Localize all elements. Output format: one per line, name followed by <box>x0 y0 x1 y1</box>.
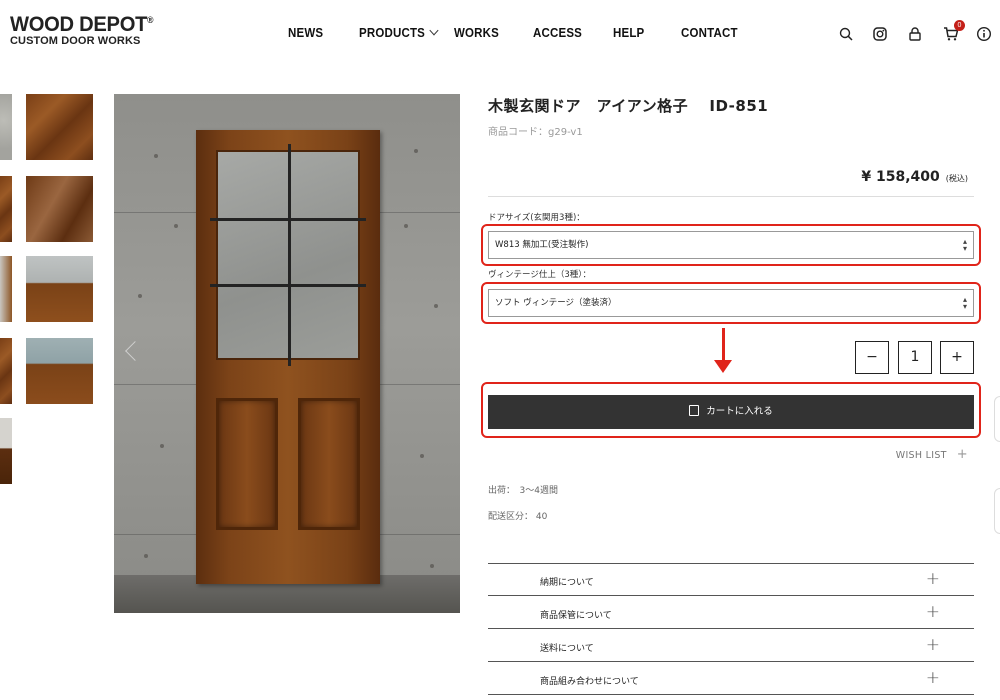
plus-icon: + <box>925 569 940 589</box>
red-arrow-head <box>714 360 732 373</box>
accordion-title: 納期について <box>540 578 594 588</box>
highlight-frame-size <box>481 224 981 266</box>
wishlist-button[interactable]: WISH LIST + <box>896 447 968 462</box>
accordion-title: 送料について <box>540 644 594 654</box>
highlight-frame-finish <box>481 282 981 324</box>
side-tab[interactable] <box>994 488 1000 534</box>
thumbnail-image[interactable] <box>26 94 93 160</box>
nav-access[interactable]: ACCESS <box>533 26 582 40</box>
product-title: 木製玄関ドア アイアン格子 ID-851 <box>488 97 769 115</box>
info-icon[interactable] <box>976 26 992 42</box>
cart-button[interactable]: 0 <box>943 20 965 42</box>
previous-image-arrow[interactable] <box>125 341 145 361</box>
product-code: 商品コード：g29-v1 <box>488 127 583 138</box>
plus-icon: + <box>925 602 940 622</box>
thumbnail-image[interactable] <box>0 176 12 242</box>
divider <box>488 196 974 197</box>
size-option-label: ドアサイズ(玄関用3種)： <box>488 213 585 223</box>
search-icon[interactable] <box>838 26 854 42</box>
cart-count-badge: 0 <box>954 20 965 31</box>
thumbnail-image[interactable] <box>0 94 12 160</box>
accordion-combination[interactable]: 商品組み合わせについて + <box>488 663 974 695</box>
instagram-icon[interactable] <box>872 26 888 42</box>
nav-help[interactable]: HELP <box>613 26 644 40</box>
thumbnail-image[interactable] <box>26 256 93 322</box>
accordion-storage[interactable]: 商品保管について + <box>488 597 974 629</box>
thumbnail-image[interactable] <box>26 338 93 404</box>
nav-news[interactable]: NEWS <box>288 26 323 40</box>
highlight-frame-cart <box>481 382 981 438</box>
thumbnail-image[interactable] <box>0 256 12 322</box>
side-tab[interactable] <box>994 396 1000 442</box>
quantity-input[interactable]: 1 <box>898 341 932 374</box>
nav-products[interactable]: PRODUCTS <box>359 25 439 40</box>
nav-works[interactable]: WORKS <box>454 26 499 40</box>
shipping-lead-time: 出荷： 3〜4週間 <box>488 486 558 496</box>
plus-icon: + <box>925 668 940 688</box>
thumbnail-image[interactable] <box>26 176 93 242</box>
accordion-title: 商品保管について <box>540 611 612 621</box>
door-illustration <box>196 130 380 584</box>
main-product-image[interactable] <box>114 94 460 613</box>
quantity-increase-button[interactable]: + <box>940 341 974 374</box>
chevron-down-icon <box>429 25 439 36</box>
product-price: ¥ 158,400 (税込) <box>861 169 968 185</box>
plus-icon: + <box>925 635 940 655</box>
lock-icon[interactable] <box>907 26 923 42</box>
product-page: WOOD DEPOT® CUSTOM DOOR WORKS NEWS PRODU… <box>0 0 1000 700</box>
accordion-delivery[interactable]: 納期について + <box>488 564 974 596</box>
accordion-shipping-fee[interactable]: 送料について + <box>488 630 974 662</box>
red-arrow-annotation <box>722 328 725 362</box>
nav-contact[interactable]: CONTACT <box>681 26 738 40</box>
shipping-class: 配送区分： 40 <box>488 512 548 522</box>
thumbnail-image[interactable] <box>0 418 12 484</box>
thumbnail-image[interactable] <box>0 338 12 404</box>
quantity-decrease-button[interactable]: − <box>855 341 889 374</box>
finish-option-label: ヴィンテージ仕上（3種）： <box>488 270 591 280</box>
accordion-title: 商品組み合わせについて <box>540 677 639 687</box>
